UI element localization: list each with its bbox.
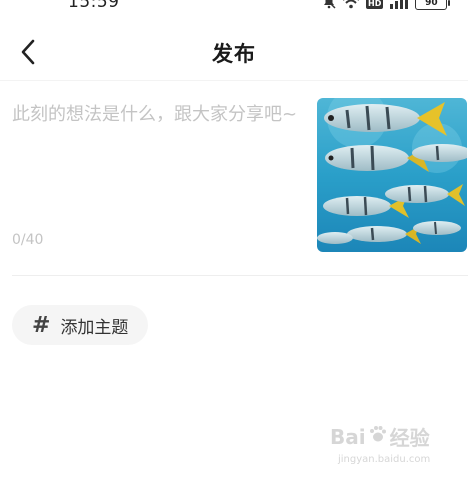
paw-icon [368, 424, 388, 449]
watermark-logo: Bai 经验 [330, 422, 430, 451]
hash-icon: # [32, 312, 51, 338]
status-time: 15:59 [68, 0, 120, 12]
add-topic-label: 添加主题 [60, 317, 129, 338]
back-chevron-icon [20, 39, 36, 69]
mute-bell-icon [322, 0, 336, 13]
hd-icon: HD [366, 0, 384, 9]
back-button[interactable] [10, 36, 46, 72]
add-topic-button[interactable]: # 添加主题 [12, 305, 149, 345]
watermark-text-left: Bai [330, 424, 366, 449]
status-icons: HD 90 [322, 0, 451, 13]
signal-icon [389, 0, 409, 13]
watermark-text-right: 经验 [389, 426, 430, 450]
baidu-jingyan-watermark: Bai 经验 jingyan.baidu.com [330, 422, 460, 472]
wifi-icon [342, 0, 360, 13]
page-title: 发布 [212, 42, 256, 66]
status-bar: 15:59 HD 90 [0, 0, 468, 14]
post-text-input[interactable] [12, 100, 304, 220]
selected-image-thumbnail[interactable] [317, 98, 467, 252]
content-divider [12, 275, 468, 276]
nav-divider [0, 80, 468, 81]
compose-area: 0/40 [0, 90, 468, 275]
char-counter: 0/40 [12, 232, 44, 248]
watermark-url: jingyan.baidu.com [338, 454, 431, 465]
battery-icon: 90 [415, 0, 451, 10]
nav-bar: 发布 [0, 28, 468, 80]
